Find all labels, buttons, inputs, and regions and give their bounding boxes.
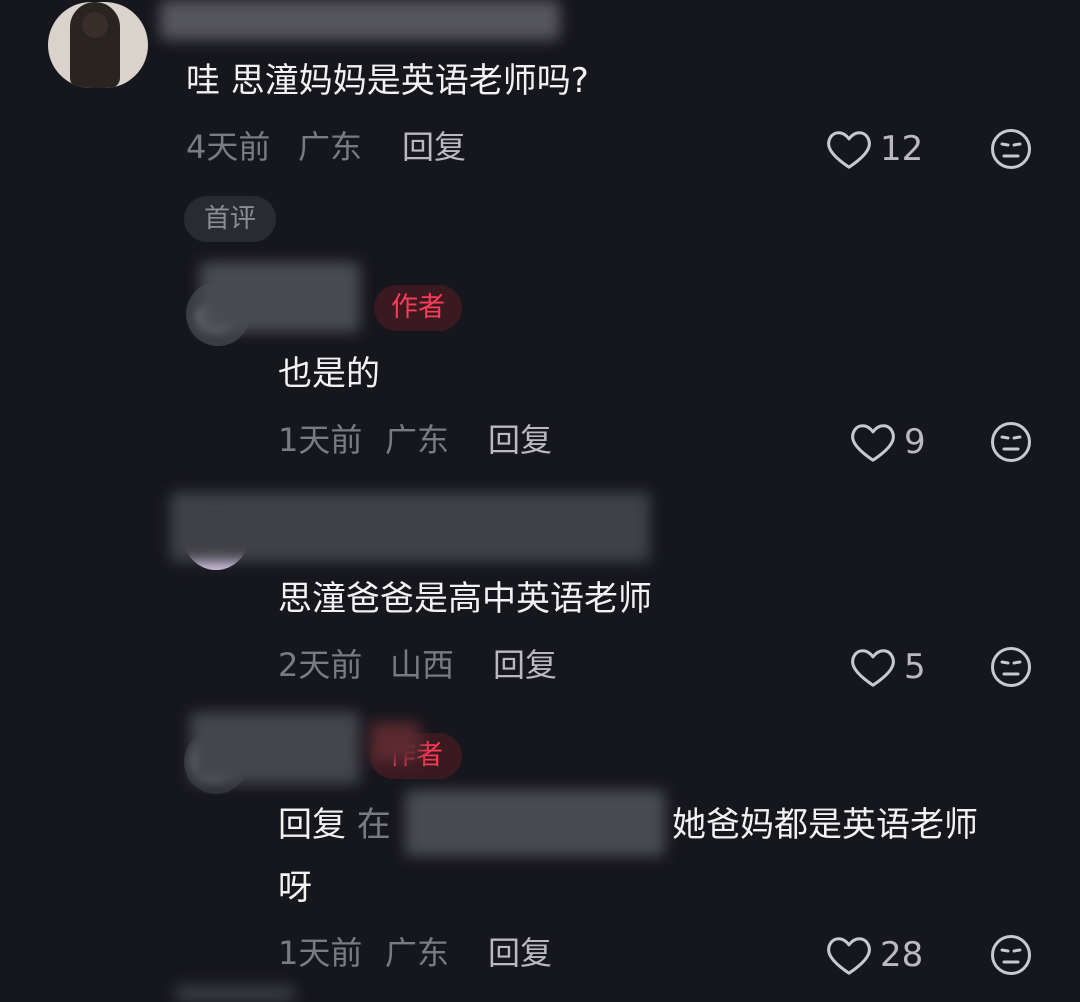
reply-button[interactable]: 回复	[488, 424, 552, 456]
meh-face-icon[interactable]	[990, 934, 1032, 976]
author-badge: 作者	[374, 285, 462, 331]
reply-button[interactable]: 回复	[493, 649, 557, 681]
comment-time: 4天前	[186, 128, 271, 166]
username-redacted	[190, 712, 360, 784]
comment-text-line2: 呀	[278, 868, 312, 908]
reply-at: 在	[356, 805, 391, 845]
next-item-redacted	[175, 985, 295, 1002]
meh-face-icon[interactable]	[990, 646, 1032, 688]
heart-outline-icon	[827, 937, 871, 975]
first-comment-tag: 首评	[184, 196, 276, 242]
comment-region: 广东	[298, 128, 363, 166]
like-count: 9	[904, 422, 926, 462]
heart-outline-icon	[827, 131, 871, 169]
like-count: 28	[880, 935, 924, 975]
reply-button[interactable]: 回复	[488, 937, 552, 969]
reply-prefix: 回复	[278, 805, 346, 845]
reply-button[interactable]: 回复	[402, 131, 466, 163]
heart-outline-icon	[851, 649, 895, 687]
like-count: 12	[880, 129, 924, 169]
like-button[interactable]: 12	[826, 128, 923, 170]
comment-time: 1天前	[278, 934, 363, 972]
avatar[interactable]	[48, 2, 148, 88]
comment-region: 广东	[385, 421, 450, 459]
mention-redacted	[405, 790, 665, 856]
meh-face-icon[interactable]	[990, 421, 1032, 463]
badge-redaction	[370, 722, 420, 762]
comment-time: 1天前	[278, 421, 363, 459]
username-redacted	[200, 262, 360, 332]
username-redacted	[170, 492, 650, 562]
comment-text: 她爸妈都是英语老师	[672, 805, 978, 845]
comment-text: 哇 思潼妈妈是英语老师吗?	[186, 61, 589, 101]
comment-region: 广东	[385, 934, 450, 972]
like-count: 5	[904, 647, 926, 687]
comment-text: 也是的	[278, 354, 380, 394]
like-button[interactable]: 9	[850, 421, 926, 463]
comment-time: 2天前	[278, 646, 363, 684]
comment-region: 山西	[390, 646, 455, 684]
like-button[interactable]: 5	[850, 646, 926, 688]
like-button[interactable]: 28	[826, 934, 923, 976]
meh-face-icon[interactable]	[990, 128, 1032, 170]
comment-text: 思潼爸爸是高中英语老师	[278, 579, 652, 619]
username-redacted	[160, 0, 560, 40]
heart-outline-icon	[851, 424, 895, 462]
comment-text-line1: 回复 在	[278, 808, 391, 842]
